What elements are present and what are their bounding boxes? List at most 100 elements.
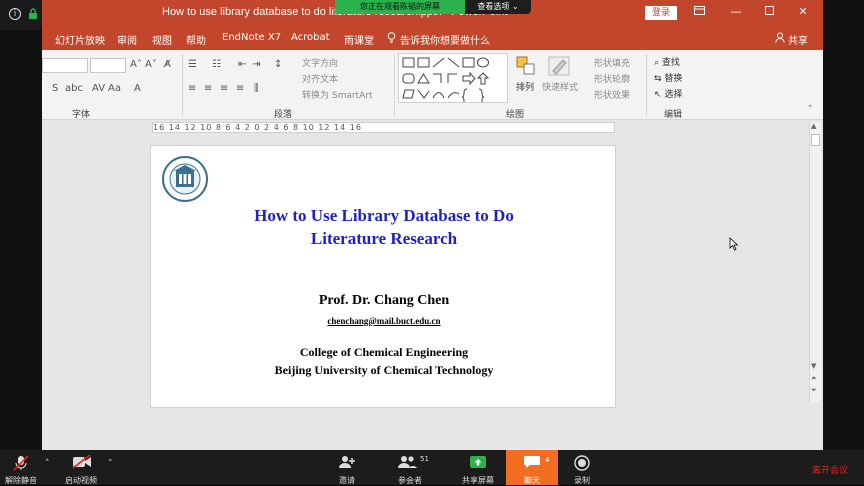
scroll-up-icon[interactable]: ▲	[811, 122, 816, 130]
info-icon[interactable]: i	[9, 8, 21, 20]
increase-indent-icon[interactable]: ⇥	[252, 59, 260, 70]
tell-me-search[interactable]: 告诉我你想要做什么	[400, 32, 490, 47]
chat-count: 4	[545, 456, 550, 464]
author-name: Prof. Dr. Chang Chen	[318, 293, 450, 308]
university-name: Beijing University of Chemical Technolog…	[274, 363, 494, 377]
quick-styles-button[interactable]: 快速样式	[542, 80, 578, 93]
ppt-titlebar: How to use library database to do litera…	[42, 0, 823, 26]
shape-effects-button[interactable]: 形状效果	[594, 88, 630, 101]
menu-rain-classroom[interactable]: 雨课堂	[344, 32, 374, 47]
college-name: College of Chemical Engineering	[299, 345, 469, 359]
slide-canvas[interactable]: How to Use Library Database to Do Litera…	[150, 145, 616, 408]
ribbon-display-icon[interactable]	[690, 4, 708, 20]
find-label: 查找	[661, 58, 680, 68]
align-text-button[interactable]: 对齐文本	[302, 72, 338, 85]
zoom-top-corner: i	[0, 0, 42, 30]
line-spacing-icon[interactable]: ↕	[274, 59, 282, 70]
scroll-thumb[interactable]	[811, 134, 820, 146]
convert-smartart-button[interactable]: 转换为 SmartArt	[302, 88, 372, 101]
text-shadow-icon[interactable]: abc	[65, 83, 83, 94]
chat-button[interactable]: 4 聊天	[506, 450, 558, 485]
char-spacing-icon[interactable]: AV	[92, 83, 105, 94]
text-direction-button[interactable]: 文字方向	[302, 56, 338, 69]
video-options-icon[interactable]: ˄	[108, 459, 113, 469]
group-label-paragraph: 段落	[274, 110, 293, 120]
menu-endnote[interactable]: EndNote X7	[222, 32, 281, 43]
font-name-select[interactable]	[42, 58, 88, 73]
share-button[interactable]: 共享	[788, 32, 808, 47]
maximize-icon[interactable]	[760, 4, 778, 20]
menu-acrobat[interactable]: Acrobat	[291, 32, 330, 43]
share-screen-label: 共享屏幕	[462, 476, 494, 485]
menu-help[interactable]: 帮助	[186, 32, 206, 47]
shape-outline-button[interactable]: 形状轮廓	[594, 72, 630, 85]
previous-slide-icon[interactable]: ⏶	[811, 374, 817, 383]
scroll-down-icon[interactable]: ▼	[811, 362, 816, 370]
decrease-font-icon[interactable]: A˅	[145, 59, 157, 70]
person-icon	[775, 32, 785, 46]
align-left-icon[interactable]: ≡	[188, 83, 196, 94]
share-screen-button[interactable]: 共享屏幕	[457, 450, 499, 485]
replace-button[interactable]: ⇆ 替换	[654, 71, 682, 84]
change-case-icon[interactable]: Aa	[108, 83, 121, 94]
arrange-icon[interactable]	[516, 56, 536, 79]
lock-icon[interactable]	[27, 8, 39, 20]
leave-meeting-button[interactable]: 离开会议	[812, 463, 848, 476]
font-size-select[interactable]	[90, 58, 126, 73]
close-icon[interactable]: ✕	[794, 4, 812, 20]
menu-slideshow[interactable]: 幻灯片放映	[55, 32, 105, 47]
group-label-drawing: 绘图	[506, 110, 525, 120]
find-button[interactable]: ⌕ 查找	[654, 55, 680, 68]
audio-options-icon[interactable]: ˄	[45, 459, 50, 469]
start-video-button[interactable]: 启动视频	[58, 450, 104, 485]
participants-label: 参会者	[398, 476, 422, 485]
bullets-icon[interactable]: ☰	[188, 59, 197, 70]
numbering-icon[interactable]: ☷	[212, 59, 221, 70]
quick-styles-icon[interactable]	[548, 56, 570, 79]
next-slide-icon[interactable]: ⏷	[811, 386, 817, 395]
author-email[interactable]: chenchang@mail.buct.edu.cn	[151, 316, 617, 326]
align-center-icon[interactable]: ≡	[204, 83, 212, 94]
decrease-indent-icon[interactable]: ⇤	[238, 59, 246, 70]
login-button[interactable]: 登录	[645, 6, 677, 20]
powerpoint-window: How to use library database to do litera…	[42, 0, 823, 450]
align-right-icon[interactable]: ≡	[220, 83, 228, 94]
participants-button[interactable]: 51 参会者	[388, 450, 432, 485]
shape-fill-button[interactable]: 形状填充	[594, 56, 630, 69]
zoom-right-margin	[823, 0, 864, 450]
participants-icon	[397, 455, 417, 469]
increase-font-icon[interactable]: A˄	[130, 59, 142, 70]
video-off-icon	[72, 454, 91, 469]
font-color-icon[interactable]: A	[134, 83, 141, 94]
unmute-label: 解除静音	[5, 476, 37, 485]
shapes-gallery[interactable]	[398, 53, 508, 106]
justify-icon[interactable]: ≡	[236, 83, 244, 94]
search-icon: ⌕	[654, 58, 662, 68]
separator	[182, 54, 183, 116]
select-button[interactable]: ↖ 选择	[654, 87, 682, 100]
collapse-ribbon-icon[interactable]: ˄	[808, 105, 813, 115]
ppt-menubar: 幻灯片放映 审阅 视图 帮助 EndNote X7 Acrobat 雨课堂 告诉…	[42, 26, 823, 50]
start-video-label: 启动视频	[65, 476, 97, 485]
muted-mic-icon	[12, 455, 30, 471]
unmute-button[interactable]: 解除静音	[0, 450, 42, 485]
group-label-font: 字体	[72, 110, 91, 120]
separator	[394, 54, 395, 116]
invite-button[interactable]: 邀请	[330, 450, 364, 485]
strikethrough-icon[interactable]: S	[52, 83, 58, 94]
view-options-button[interactable]: 查看选项 ⌄	[465, 0, 531, 14]
record-button[interactable]: 录制	[566, 450, 598, 485]
record-label: 录制	[574, 476, 590, 485]
arrange-button[interactable]: 排列	[516, 80, 534, 93]
vertical-scrollbar[interactable]: ▲ ▼ ⏶ ⏷	[809, 122, 821, 402]
minimize-icon[interactable]: —	[727, 4, 745, 20]
lightbulb-icon	[387, 32, 396, 46]
columns-icon[interactable]: ⫼	[254, 83, 259, 94]
group-label-editing: 编辑	[664, 110, 683, 120]
ribbon: A˄ A˅ A̸ S abc AV Aa A 字体 ☰ ☷ ⇤ ⇥ ↕ ≡ ≡ …	[42, 50, 823, 120]
university-logo	[161, 155, 209, 203]
menu-review[interactable]: 审阅	[117, 32, 137, 47]
mouse-cursor-icon	[729, 236, 739, 255]
clear-format-icon[interactable]: A̸	[164, 59, 171, 70]
menu-view[interactable]: 视图	[152, 32, 172, 47]
